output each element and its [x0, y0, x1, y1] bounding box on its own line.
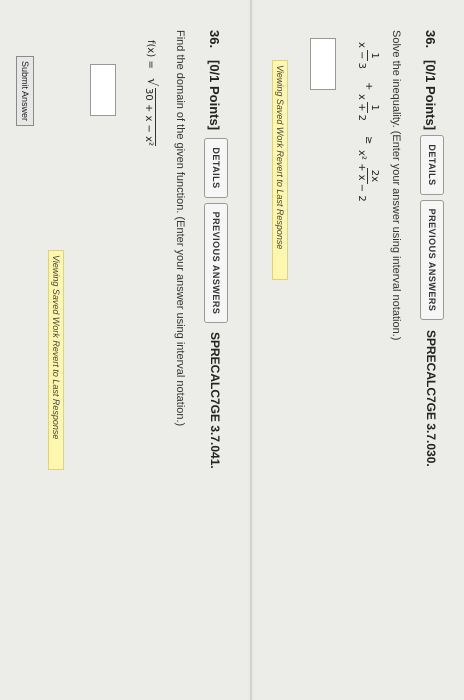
fraction-2-numerator: 1 — [367, 102, 380, 113]
question-1-prompt: Solve the inequality. (Enter your answer… — [390, 30, 402, 341]
question-1-number: 36. — [423, 30, 438, 49]
question-2-points: [0/1 Points] — [207, 60, 222, 131]
question-2-code: SPRECALC7GE 3.7.041. — [208, 332, 222, 469]
fraction-2-denominator: x + 2 — [356, 94, 367, 122]
relation-sign: ≥ — [363, 136, 374, 145]
submit-answer-button[interactable]: Submit Answer — [16, 56, 34, 127]
question-2-prompt: Find the domain of the given function. (… — [174, 30, 186, 427]
question-1-previous-answers-button[interactable]: PREVIOUS ANSWERS — [420, 200, 444, 320]
question-1-saved-work-notice[interactable]: Viewing Saved Work Revert to Last Respon… — [272, 60, 288, 280]
question-2-saved-work-notice[interactable]: Viewing Saved Work Revert to Last Respon… — [48, 250, 64, 470]
question-divider — [250, 0, 252, 700]
fraction-1-denominator: x − 3 — [356, 42, 367, 70]
question-2-details-button[interactable]: DETAILS — [204, 138, 228, 198]
plus-sign: + — [363, 82, 374, 91]
question-2-block: 36. [0/1 Points] DETAILS PREVIOUS ANSWER… — [0, 0, 248, 700]
fraction-3-denominator: x² + x − 2 — [356, 150, 367, 202]
fraction-3-numerator: 2x — [367, 167, 380, 184]
radicand: 30 + x − x² — [143, 88, 156, 147]
sqrt-icon: √ — [144, 78, 159, 87]
homework-page: 36. [0/1 Points] DETAILS PREVIOUS ANSWER… — [0, 0, 464, 700]
question-1-block: 36. [0/1 Points] DETAILS PREVIOUS ANSWER… — [254, 0, 464, 700]
function-lhs: f(x) = — [145, 40, 156, 69]
fraction-2: 1 x + 2 — [355, 94, 380, 121]
question-1-points: [0/1 Points] — [423, 60, 438, 131]
question-1-answer-input[interactable] — [310, 38, 336, 90]
question-2-previous-answers-button[interactable]: PREVIOUS ANSWERS — [204, 203, 228, 323]
question-2-answer-input[interactable] — [90, 64, 116, 116]
fraction-1-numerator: 1 — [367, 50, 380, 61]
question-2-number: 36. — [207, 30, 222, 49]
question-1-code: SPRECALC7GE 3.7.030. — [424, 330, 438, 467]
question-1-details-button[interactable]: DETAILS — [420, 135, 444, 195]
fraction-1: 1 x − 3 — [355, 42, 380, 69]
fraction-3: 2x x² + x − 2 — [355, 150, 380, 202]
